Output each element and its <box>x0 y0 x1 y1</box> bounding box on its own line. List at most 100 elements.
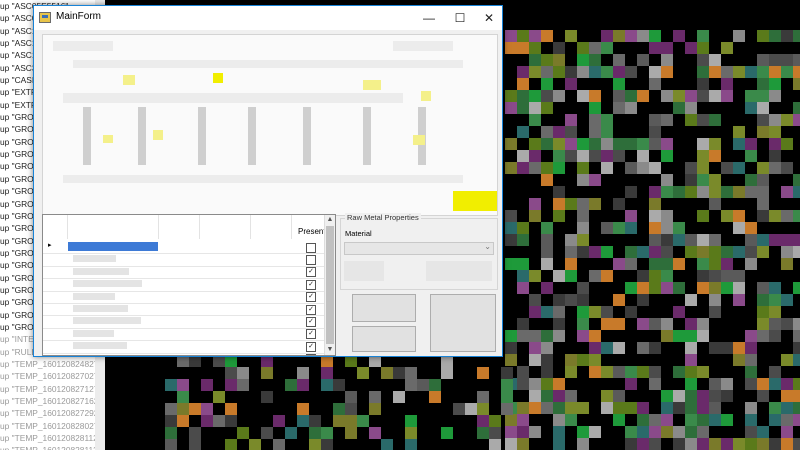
viewport-pixel <box>649 246 661 258</box>
viewport-pixel <box>589 66 601 78</box>
viewport-pixel <box>721 246 733 258</box>
list-item[interactable]: up "TEMP_1601208248270 <box>0 358 105 370</box>
scroll-down-icon[interactable]: ▼ <box>325 345 335 355</box>
viewport-pixel <box>661 270 673 282</box>
viewport-pixel <box>649 270 661 282</box>
viewport-pixel <box>649 342 661 354</box>
viewport-pixel <box>697 174 709 186</box>
viewport-pixel <box>793 330 800 342</box>
title-bar[interactable]: MainForm — ☐ ✕ <box>34 6 502 30</box>
viewport-pixel <box>541 102 553 114</box>
viewport-pixel <box>745 66 757 78</box>
viewport-pixel <box>505 90 517 102</box>
viewport-pixel <box>529 330 541 342</box>
present-checkbox[interactable]: ✓ <box>306 304 316 315</box>
grid-column-header[interactable] <box>159 215 200 239</box>
viewport-pixel <box>769 126 781 138</box>
viewport-pixel <box>625 378 637 390</box>
grid-column-header[interactable] <box>251 215 292 239</box>
viewport-pixel <box>745 90 757 102</box>
scroll-up-icon[interactable]: ▲ <box>325 215 335 225</box>
close-button[interactable]: ✕ <box>474 6 504 30</box>
selected-cell[interactable] <box>68 242 158 251</box>
present-checkbox[interactable] <box>306 254 316 265</box>
present-checkbox[interactable]: ✓ <box>306 279 316 290</box>
list-item[interactable]: up "TEMP_1601208271270 <box>0 383 105 395</box>
viewport-pixel <box>261 391 273 403</box>
scroll-thumb[interactable] <box>326 226 334 344</box>
viewport-pixel <box>697 150 709 162</box>
table-row[interactable] <box>43 253 325 267</box>
viewport-pixel <box>541 378 553 390</box>
present-column-header[interactable]: Present <box>298 227 326 236</box>
table-row[interactable]: ✓ <box>43 266 325 280</box>
viewport-pixel <box>165 427 177 439</box>
action-button[interactable] <box>352 326 416 352</box>
present-checkbox[interactable]: ✓ <box>306 292 316 303</box>
material-dropdown[interactable]: ⌄ <box>344 242 494 255</box>
viewport-pixel <box>565 30 577 42</box>
table-row[interactable]: ✓ <box>43 328 325 342</box>
action-button-large[interactable] <box>430 294 496 352</box>
table-row[interactable]: ✓ <box>43 340 325 354</box>
viewport-pixel <box>201 415 213 427</box>
present-checkbox[interactable]: ✓ <box>306 329 316 340</box>
blurred-band <box>63 93 403 103</box>
minimize-button[interactable]: — <box>414 6 444 30</box>
viewport-pixel <box>477 367 489 379</box>
viewport-pixel <box>697 162 709 174</box>
viewport-pixel <box>793 342 800 354</box>
viewport-pixel <box>625 222 637 234</box>
grid-column-header[interactable] <box>200 215 251 239</box>
table-row[interactable]: ✓ <box>43 291 325 304</box>
action-button[interactable] <box>352 294 416 322</box>
list-item[interactable]: up "TEMP_1601208281127 <box>0 432 105 444</box>
viewport-pixel <box>661 318 673 330</box>
list-item[interactable]: up "TEMP_1601208271627 <box>0 395 105 407</box>
viewport-pixel <box>565 390 577 402</box>
viewport-pixel <box>405 439 417 450</box>
viewport-pixel <box>769 30 781 42</box>
viewport-pixel <box>661 330 673 342</box>
present-checkbox[interactable] <box>306 242 316 253</box>
viewport-pixel <box>517 270 529 282</box>
viewport-pixel <box>613 66 625 78</box>
present-checkbox[interactable]: ✓ <box>306 316 316 327</box>
viewport-pixel <box>553 378 565 390</box>
list-item[interactable]: up "TEMP_1601208281127 <box>0 444 105 450</box>
viewport-pixel <box>541 330 553 342</box>
table-row[interactable] <box>43 353 325 355</box>
table-row[interactable]: ▸ <box>43 241 325 255</box>
viewport-pixel <box>613 222 625 234</box>
table-row[interactable]: ✓ <box>43 303 325 317</box>
viewport-pixel <box>685 294 697 306</box>
grid-scrollbar[interactable]: ▲ ▼ <box>324 215 335 355</box>
grid-column-header[interactable] <box>68 215 159 239</box>
list-item[interactable]: up "TEMP_1601208270270 <box>0 370 105 382</box>
present-checkbox[interactable]: ✓ <box>306 341 316 352</box>
table-row[interactable]: ✓ <box>43 278 325 292</box>
viewport-pixel <box>393 391 405 403</box>
list-item[interactable]: up "TEMP_1601208272927 <box>0 407 105 419</box>
viewport-pixel <box>589 342 601 354</box>
table-row[interactable]: ✓ <box>43 315 325 329</box>
viewport-pixel <box>697 390 709 402</box>
viewport-pixel <box>769 330 781 342</box>
parts-grid[interactable]: Present ▸ ✓ ✓ ✓ ✓ ✓ ✓ ✓ ▲ ▼ <box>42 214 336 356</box>
viewport-pixel <box>589 102 601 114</box>
list-item[interactable]: up "TEMP_1601208280270 <box>0 420 105 432</box>
viewport-pixel <box>685 42 697 54</box>
viewport-pixel <box>685 114 697 126</box>
viewport-pixel <box>405 379 417 391</box>
viewport-pixel <box>565 114 577 126</box>
maximize-button[interactable]: ☐ <box>445 6 475 30</box>
viewport-pixel <box>769 210 781 222</box>
present-checkbox[interactable] <box>306 354 316 355</box>
viewport-pixel <box>661 114 673 126</box>
raw-metal-properties-group: Raw Metal Properties Material ⌄ <box>340 213 498 290</box>
viewport-pixel <box>793 78 800 90</box>
present-checkbox[interactable]: ✓ <box>306 267 316 278</box>
viewport-pixel <box>781 114 793 126</box>
material-label: Material <box>345 229 372 238</box>
viewport-pixel <box>517 282 529 294</box>
